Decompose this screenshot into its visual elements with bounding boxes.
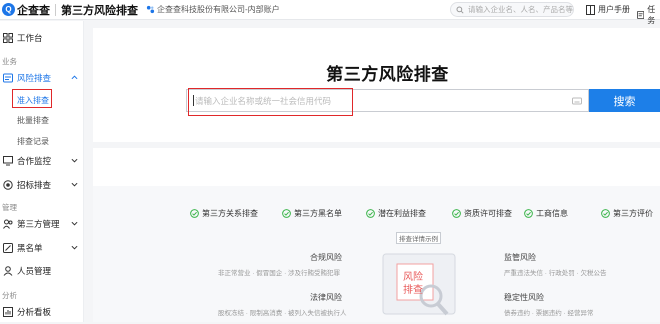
feature-label: 第三方关系排查 [202, 209, 258, 218]
chevron-down-icon [71, 158, 78, 163]
compliance-risk-title: 合规风险 [310, 253, 342, 262]
global-search-placeholder: 请输入企业名、人名、产品名等 [468, 5, 573, 14]
chevron-down-icon [71, 245, 78, 250]
company-switcher[interactable]: 企查查科技股份有限公司-内部账户 [146, 4, 280, 15]
sidebar-group-manage: 管理 [2, 203, 17, 212]
highlight-access-check [12, 89, 52, 108]
task-center-label: 任务 [647, 5, 656, 25]
user-manual-label: 用户手册 [598, 5, 630, 14]
feature-card: 第三方关系排查 第三方黑名单 潜在利益排查 资质许可排查 工商信息 第三方评价 … [93, 148, 660, 322]
sidebar-item-third-party-manage[interactable]: 第三方管理 [0, 215, 84, 233]
target-icon [3, 180, 13, 190]
sidebar-sub-check-records[interactable]: 排查记录 [17, 136, 49, 147]
sidebar-group-analysis: 分析 [2, 291, 17, 300]
legal-risk-desc: 股权冻结 · 限制高消费 · 被列入失信被执行人 [218, 310, 347, 317]
person-icon [3, 266, 13, 276]
sidebar: 工作台 业务 风险排查 准入排查 批量排查 排查记录 合作监控 招标排查 管理 … [0, 21, 84, 322]
company-name: 企查查科技股份有限公司-内部账户 [157, 5, 280, 14]
feature-label: 资质许可排查 [464, 209, 512, 218]
feature-label: 第三方评价 [613, 209, 653, 218]
sidebar-item-label: 风险排查 [17, 73, 52, 83]
sidebar-item-label: 招标排查 [17, 180, 52, 190]
feature-item: 第三方评价 [601, 208, 653, 219]
sidebar-item-label: 黑名单 [17, 243, 43, 253]
illustration-caption: 排查详情示例 [396, 232, 441, 244]
feature-background [93, 186, 660, 322]
check-circle-icon [452, 209, 461, 218]
sidebar-item-workbench[interactable]: 工作台 [0, 29, 84, 47]
page-title: 第三方风险排查 [326, 65, 449, 84]
global-search-input[interactable]: 请输入企业名、人名、产品名等 [450, 2, 574, 17]
logo-mark-icon: Q [2, 3, 15, 16]
task-icon [637, 10, 645, 20]
highlight-search-input [188, 88, 353, 116]
sidebar-item-bid-check[interactable]: 招标排查 [0, 176, 84, 194]
stability-risk-desc: 债券违约 · 票据违约 · 经营异常 [504, 310, 594, 317]
book-icon [586, 4, 595, 15]
feature-label: 第三方黑名单 [294, 209, 342, 218]
risk-check-illustration: 风险 排查 [379, 248, 459, 322]
sidebar-item-personnel-manage[interactable]: 人员管理 [0, 262, 84, 280]
sidebar-item-label: 合作监控 [17, 156, 52, 166]
feature-label: 工商信息 [536, 209, 568, 218]
top-bar: Q 企查查 第三方风险排查 企查查科技股份有限公司-内部账户 请输入企业名、人名… [0, 0, 660, 25]
sidebar-item-label: 分析看板 [17, 307, 52, 317]
feature-label: 潜在利益排查 [378, 209, 426, 218]
feature-item: 资质许可排查 [452, 208, 512, 219]
risk-check-icon [3, 73, 13, 83]
keyboard-icon[interactable] [572, 96, 582, 106]
feature-item: 潜在利益排查 [366, 208, 426, 219]
sidebar-item-label: 工作台 [17, 33, 43, 43]
regulatory-risk-desc: 严重违法失信 · 行政处罚 · 欠税公告 [504, 270, 607, 277]
chevron-down-icon [71, 182, 78, 187]
search-card: 第三方风险排查 请输入企业名称或统一社会信用代码 搜索 [93, 28, 660, 142]
logo[interactable]: Q 企查查 [2, 2, 50, 18]
user-manual-link[interactable]: 用户手册 [586, 4, 630, 15]
feature-item: 工商信息 [524, 208, 568, 219]
check-circle-icon [601, 209, 610, 218]
search-button[interactable]: 搜索 [589, 89, 660, 112]
sidebar-item-label: 人员管理 [17, 266, 52, 276]
illustration-text-2: 排查 [403, 285, 423, 296]
blacklist-icon [3, 243, 13, 253]
search-icon [456, 5, 464, 14]
legal-risk-title: 法律风险 [310, 293, 342, 302]
app-title: 第三方风险排查 [61, 4, 138, 17]
stability-risk-title: 稳定性风险 [504, 293, 544, 302]
grid-icon [3, 33, 13, 43]
feature-item: 第三方关系排查 [190, 208, 258, 219]
monitor-icon [3, 156, 13, 166]
chevron-down-icon [71, 221, 78, 226]
sidebar-item-analysis-board[interactable]: 分析看板 [0, 303, 84, 321]
sidebar-group-business: 业务 [2, 57, 17, 66]
check-circle-icon [282, 209, 291, 218]
chevron-up-icon [71, 75, 78, 80]
check-circle-icon [524, 209, 533, 218]
logo-text: 企查查 [17, 4, 50, 17]
sidebar-item-risk-check[interactable]: 风险排查 [0, 69, 84, 87]
sidebar-item-cooperation-monitor[interactable]: 合作监控 [0, 152, 84, 170]
compliance-risk-desc: 非正常营业 · 假冒国企 · 涉及行贿受贿犯罪 [218, 270, 341, 277]
users-icon [3, 219, 13, 229]
check-circle-icon [190, 209, 199, 218]
regulatory-risk-title: 监管风险 [504, 253, 536, 262]
check-circle-icon [366, 209, 375, 218]
header-divider [55, 3, 56, 16]
sidebar-sub-batch-check[interactable]: 批量排查 [17, 115, 49, 126]
task-center-link[interactable]: 任务 [637, 4, 660, 26]
company-icon [146, 5, 155, 14]
sidebar-item-blacklist[interactable]: 黑名单 [0, 239, 84, 257]
feature-item: 第三方黑名单 [282, 208, 342, 219]
sidebar-item-label: 第三方管理 [17, 219, 60, 229]
chart-icon [3, 307, 13, 317]
